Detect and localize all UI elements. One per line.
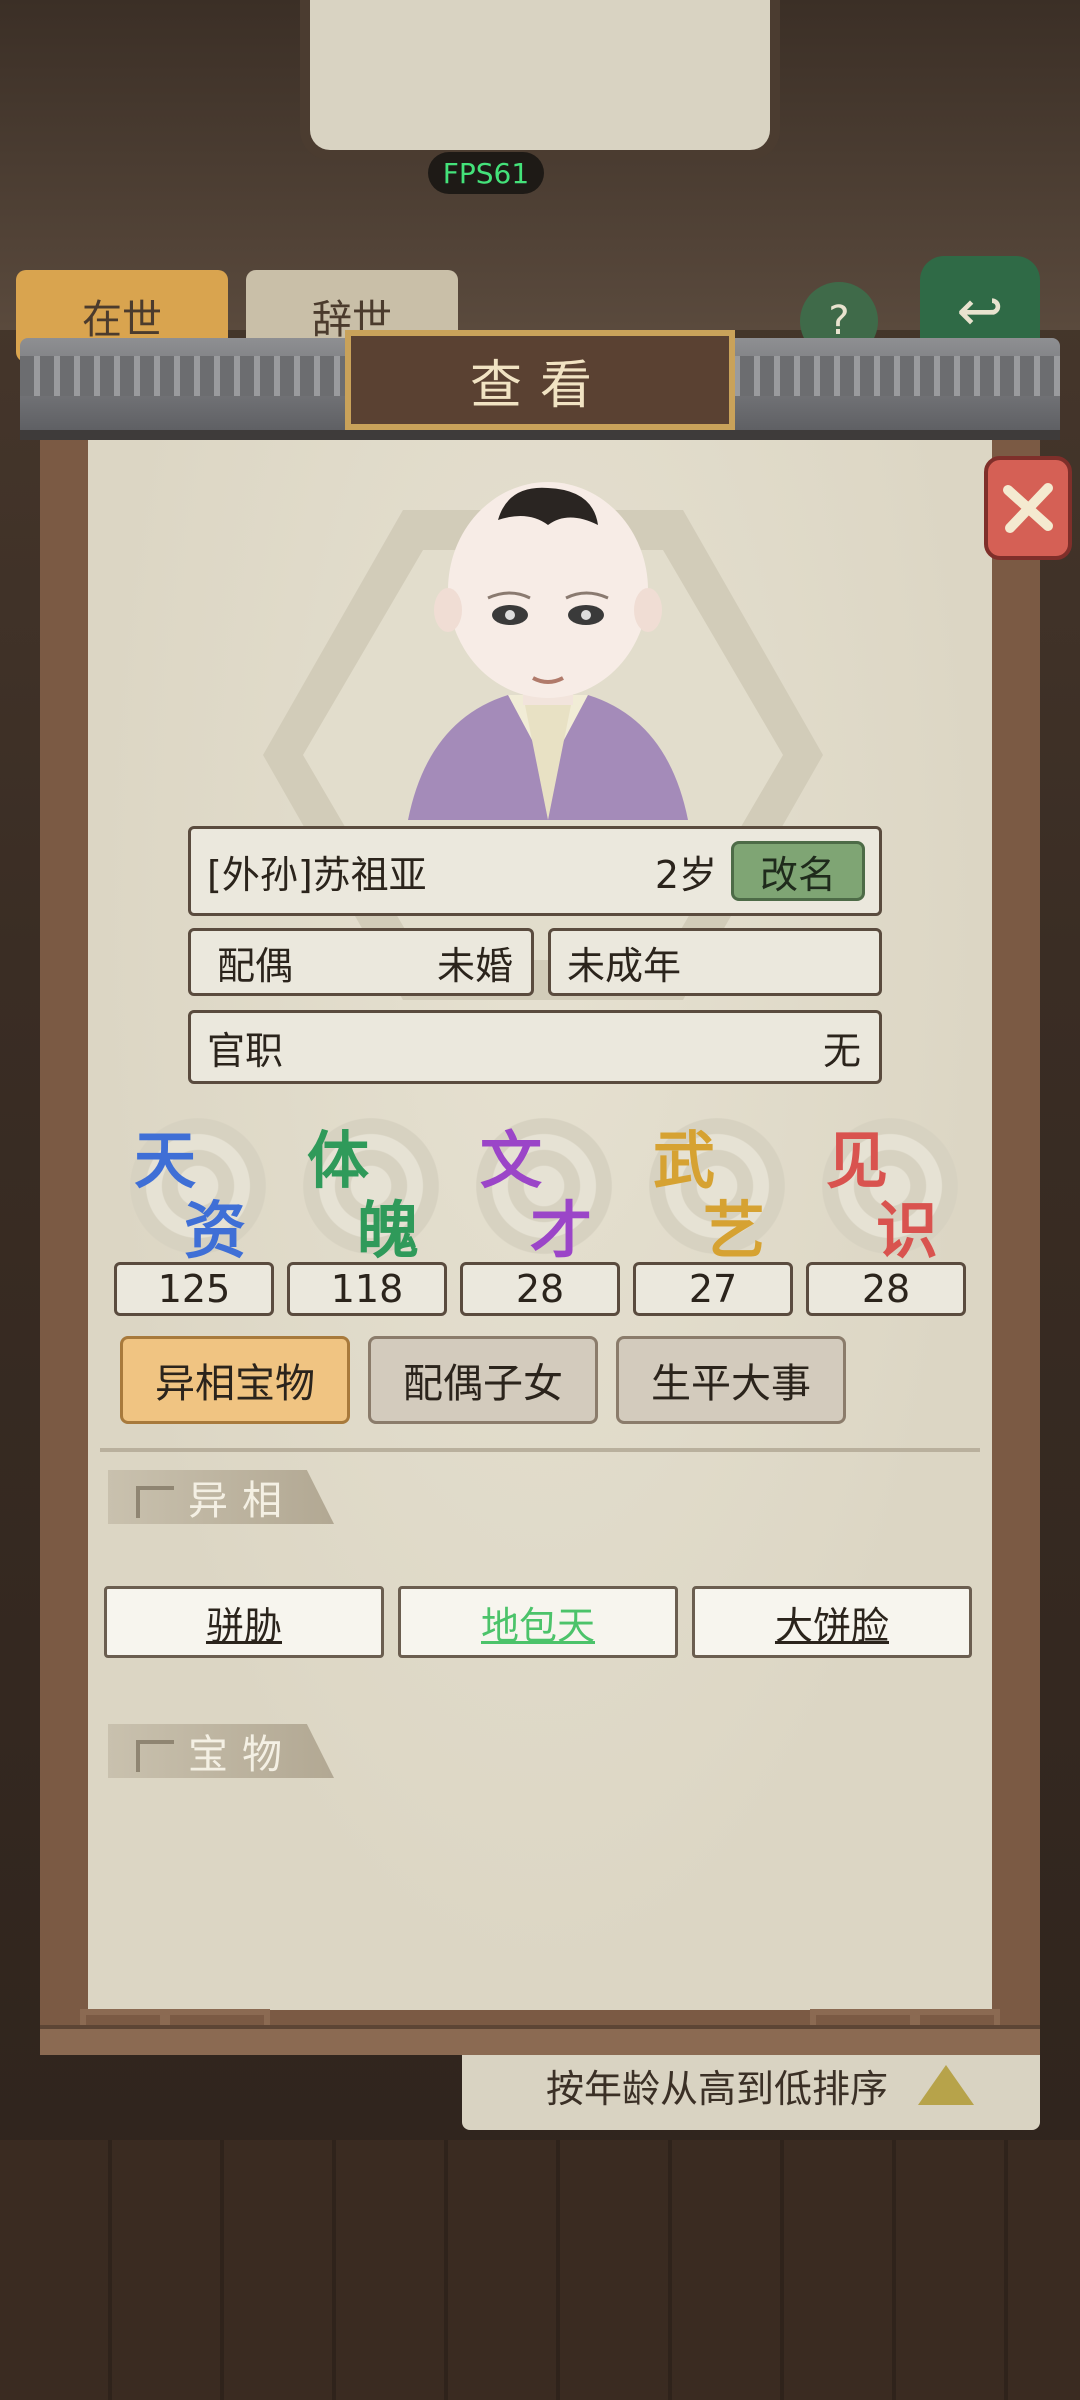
- character-age: 2岁: [654, 852, 717, 897]
- trait-item[interactable]: 大饼脸: [692, 1586, 972, 1658]
- office-field: 官职 无: [188, 1010, 882, 1084]
- sort-triangle-icon: [918, 2065, 975, 2105]
- name-field: [外孙]苏祖亚 2岁 改名: [188, 826, 882, 916]
- stat-value: 125: [114, 1262, 274, 1316]
- stat-physique: 体 魄 118: [287, 1110, 447, 1320]
- section-traits-header: 异相: [108, 1470, 334, 1524]
- section-mark-icon: [136, 1486, 174, 1518]
- tab-traits-treasures[interactable]: 异相宝物: [120, 1336, 350, 1424]
- stat-martial: 武 艺 27: [633, 1110, 793, 1320]
- stat-value: 28: [460, 1262, 620, 1316]
- rename-button[interactable]: 改名: [731, 841, 865, 901]
- office-value: 无: [822, 1028, 861, 1073]
- section-divider: [100, 1448, 980, 1452]
- age-status-field: 未成年: [548, 928, 882, 996]
- stat-label-bottom: 艺: [703, 1194, 766, 1267]
- tab-spouse-children[interactable]: 配偶子女: [368, 1336, 598, 1424]
- spouse-field: 配偶 未婚: [188, 928, 534, 996]
- background-floor: [0, 2140, 1080, 2400]
- background-window: [300, 0, 780, 160]
- section-treasures-header: 宝物: [108, 1724, 334, 1778]
- spouse-label: 配偶: [217, 943, 294, 988]
- character-name: [外孙]苏祖亚: [207, 852, 427, 897]
- section-traits-label: 异相: [188, 1478, 296, 1524]
- dialog-title: 查看: [345, 330, 735, 430]
- close-brush-icon: [1003, 483, 1053, 533]
- rail-bar: [40, 2025, 1040, 2055]
- character-portrait: [408, 482, 688, 820]
- stat-value: 27: [633, 1262, 793, 1316]
- office-label: 官职: [207, 1028, 284, 1073]
- stat-value: 28: [806, 1262, 966, 1316]
- section-mark-icon: [136, 1740, 174, 1772]
- spouse-value: 未婚: [436, 943, 513, 988]
- stat-label-bottom: 才: [530, 1194, 593, 1267]
- stat-literature: 文 才 28: [460, 1110, 620, 1320]
- stat-label-bottom: 资: [184, 1194, 247, 1267]
- section-treasures-label: 宝物: [188, 1732, 296, 1778]
- stat-talent: 天 资 125: [114, 1110, 274, 1320]
- trait-item[interactable]: 骈胁: [104, 1586, 384, 1658]
- stat-label-bottom: 魄: [357, 1194, 420, 1267]
- stat-value: 118: [287, 1262, 447, 1316]
- trait-item[interactable]: 地包天: [398, 1586, 678, 1658]
- stat-label-bottom: 识: [876, 1194, 939, 1267]
- fps-counter: FPS61: [428, 152, 544, 194]
- tab-life-events[interactable]: 生平大事: [616, 1336, 846, 1424]
- sort-label: 按年龄从高到低排序: [546, 2066, 889, 2111]
- back-arrow-icon: ↩: [956, 278, 1004, 344]
- stat-knowledge: 见 识 28: [806, 1110, 966, 1320]
- dialog-bottom-rail: [40, 1995, 1040, 2055]
- close-button[interactable]: [984, 456, 1072, 560]
- age-status: 未成年: [567, 943, 682, 988]
